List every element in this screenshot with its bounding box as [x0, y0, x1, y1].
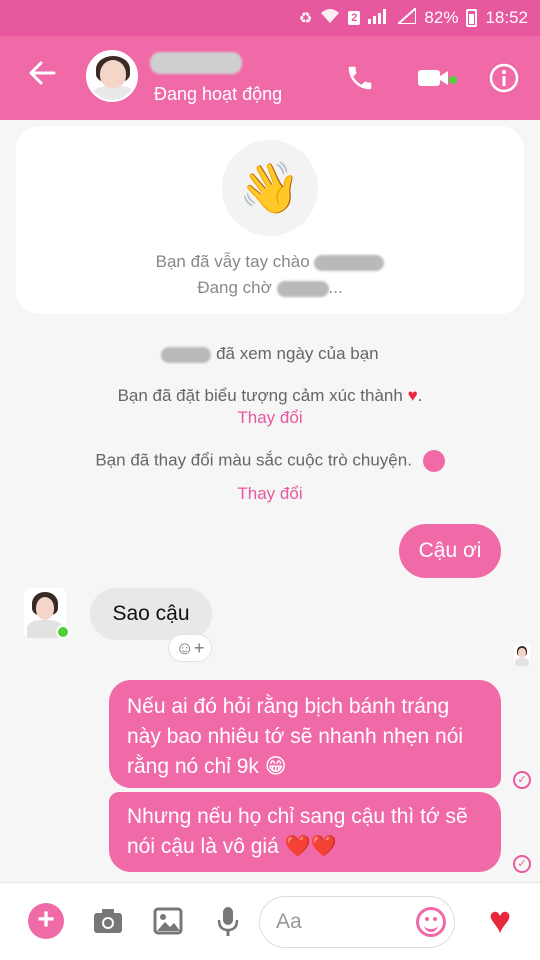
clock: 18:52 — [485, 8, 528, 27]
contact-avatar[interactable] — [86, 50, 138, 102]
change-emoji-link[interactable]: Thay đổi — [0, 408, 540, 428]
waving-hand-icon: 👋 — [222, 140, 318, 236]
camera-icon[interactable] — [88, 901, 128, 941]
phone-icon[interactable] — [340, 58, 380, 98]
online-indicator — [449, 76, 457, 84]
signal-icon-2 — [395, 5, 418, 28]
back-arrow-icon[interactable] — [22, 58, 62, 98]
redacted-name — [314, 254, 385, 271]
message-bubble-incoming[interactable]: Sao cậu — [90, 588, 212, 640]
app-bar: Đang hoạt động — [0, 36, 540, 120]
heart-icon: ♥ — [407, 386, 418, 405]
message-bubble-outgoing[interactable]: Nhưng nếu họ chỉ sang cậu thì tớ sẽ nói … — [109, 792, 501, 872]
sent-check-icon: ✓ — [513, 771, 531, 789]
wave-message: Bạn đã vẫy tay chào — [0, 252, 540, 272]
redacted-name — [276, 280, 329, 297]
active-status: Đang hoạt động — [154, 84, 283, 104]
waiting-message: Đang chờ ... — [197, 278, 343, 297]
message-input[interactable]: Aa — [259, 896, 455, 948]
message-input-placeholder: Aa — [276, 910, 302, 933]
plus-icon[interactable]: + — [28, 903, 64, 939]
sim-badge: 2 — [348, 11, 361, 25]
battery-percent: 82% — [424, 8, 459, 27]
message-bubble-outgoing[interactable]: Nếu ai đó hỏi rằng bịch bánh tráng này b… — [109, 680, 501, 788]
emoji-change-notice: Bạn đã đặt biểu tượng cảm xúc thành ♥. — [117, 386, 423, 405]
info-icon[interactable] — [484, 58, 524, 98]
seen-day-notice: đã xem ngày của bạn — [0, 344, 540, 364]
add-reaction-icon[interactable]: ☺+ — [168, 634, 212, 662]
heart-like-icon[interactable]: ♥ — [480, 901, 520, 941]
wifi-icon — [320, 8, 340, 28]
signal-icon — [368, 8, 390, 28]
sent-check-icon: ✓ — [513, 855, 531, 873]
microphone-icon[interactable] — [208, 901, 248, 941]
contact-name-redacted[interactable] — [150, 52, 242, 74]
message-bubble-outgoing[interactable]: Cậu ơi — [399, 524, 501, 578]
seen-avatar — [514, 644, 530, 666]
online-indicator — [56, 625, 70, 639]
color-change-notice: Bạn đã thay đổi màu sắc cuộc trò chuyện. — [0, 450, 540, 472]
status-bar: ♻ 2 82% 18:52 — [0, 0, 540, 36]
redacted-name — [161, 346, 212, 363]
image-icon[interactable] — [148, 901, 188, 941]
recycle-icon: ♻ — [298, 10, 313, 27]
color-dot-icon — [422, 450, 445, 472]
video-call-icon[interactable] — [414, 58, 454, 98]
composer-bar: + Aa ♥ — [0, 882, 540, 960]
battery-icon — [466, 9, 478, 27]
emoji-icon[interactable] — [416, 907, 446, 937]
change-color-link[interactable]: Thay đổi — [0, 484, 540, 504]
